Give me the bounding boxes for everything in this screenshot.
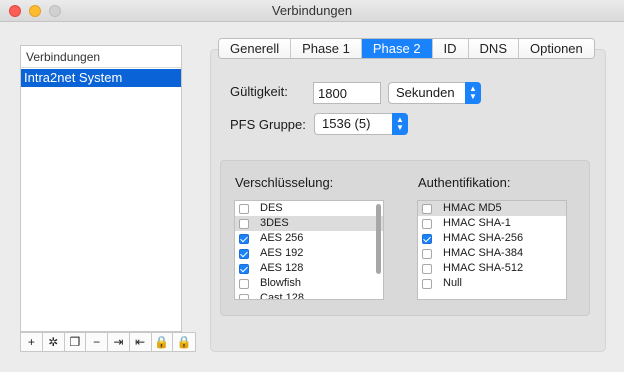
checkbox[interactable] [422, 278, 432, 289]
checkbox[interactable] [239, 293, 249, 299]
tab-phase-2[interactable]: Phase 2 [361, 39, 433, 58]
list-item-label: AES 192 [260, 247, 304, 259]
unlock-icon: 🔒 [176, 335, 192, 349]
list-item-label: HMAC SHA-256 [443, 232, 524, 244]
list-item[interactable]: HMAC SHA-1 [418, 216, 566, 231]
remove-button[interactable]: − [86, 333, 108, 351]
encryption-label: Verschlüsselung: [235, 175, 334, 190]
list-item[interactable]: HMAC SHA-512 [418, 261, 566, 276]
duplicate-button[interactable]: ❐ [64, 333, 87, 351]
authentication-label: Authentifikation: [418, 175, 511, 190]
list-item[interactable]: 3DES [235, 216, 383, 231]
list-item-label: AES 128 [260, 262, 304, 274]
list-item-label: DES [260, 202, 283, 214]
list-item-label: 3DES [260, 217, 289, 229]
tab-dns[interactable]: DNS [468, 39, 519, 58]
duplicate-icon: ❐ [69, 335, 81, 349]
checkbox[interactable] [422, 218, 432, 229]
export-button[interactable]: ⇤ [129, 333, 152, 351]
list-item[interactable]: HMAC MD5 [418, 201, 566, 216]
connection-item-intra2net-system[interactable]: Intra2net System [21, 69, 181, 87]
import-button[interactable]: ⇥ [108, 333, 130, 351]
list-item-label: Null [443, 277, 462, 289]
list-item[interactable]: AES 192 [235, 246, 383, 261]
chevron-updown-icon: ▲ ▼ [392, 113, 408, 135]
add-button[interactable]: + [21, 333, 43, 351]
list-item[interactable]: AES 128 [235, 261, 383, 276]
chevron-updown-icon: ▲ ▼ [465, 82, 481, 104]
encryption-list-scrollbar[interactable] [376, 204, 381, 274]
checkbox[interactable] [239, 248, 249, 259]
lifetime-input[interactable]: 1800 [313, 82, 381, 104]
checkbox[interactable] [422, 248, 432, 259]
tab-id[interactable]: ID [432, 39, 469, 58]
export-icon: ⇤ [135, 335, 146, 349]
lifetime-label: Gültigkeit: [230, 84, 288, 99]
magic-wand-icon: ✲ [48, 335, 59, 349]
pfs-group-label: PFS Gruppe: [230, 117, 306, 132]
list-item-label: Blowfish [260, 277, 301, 289]
tab-phase-1[interactable]: Phase 1 [291, 39, 362, 58]
list-item-label: HMAC SHA-512 [443, 262, 524, 274]
lock-button[interactable]: 🔒 [151, 333, 174, 351]
checkbox[interactable] [422, 203, 432, 214]
list-item-label: HMAC SHA-1 [443, 217, 511, 229]
lock-icon: 🔒 [154, 335, 170, 349]
list-item-label: Cast 128 [260, 292, 305, 300]
lifetime-unit-value: Sekunden [396, 85, 455, 100]
list-item[interactable]: Null [418, 276, 566, 291]
list-item[interactable]: AES 256 [235, 231, 383, 246]
list-item[interactable]: DES [235, 201, 383, 216]
tab-generell[interactable]: Generell [219, 39, 292, 58]
window-title: Verbindungen [271, 3, 353, 18]
connections-toolbar: + ✲ ❐ − ⇥ ⇤ 🔒 🔒 [20, 332, 196, 352]
list-item-label: AES 256 [260, 232, 304, 244]
list-item[interactable]: HMAC SHA-384 [418, 246, 566, 261]
unlock-button[interactable]: 🔒 [173, 333, 195, 351]
lifetime-unit-select[interactable]: Sekunden ▲ ▼ [388, 82, 481, 104]
magic-wand-button[interactable]: ✲ [42, 333, 65, 351]
checkbox[interactable] [239, 233, 249, 244]
connections-list-header: Verbindungen [21, 46, 181, 68]
connections-list: Verbindungen Intra2net System [20, 45, 182, 332]
pfs-group-select[interactable]: 1536 (5) ▲ ▼ [314, 113, 408, 135]
list-item[interactable]: HMAC SHA-256 [418, 231, 566, 246]
checkbox[interactable] [239, 203, 249, 214]
settings-tabs: Generell Phase 1 Phase 2 ID DNS Optionen [218, 38, 595, 59]
list-item-label: HMAC SHA-384 [443, 247, 524, 259]
checkbox[interactable] [239, 218, 249, 229]
checkbox[interactable] [239, 278, 249, 289]
checkbox[interactable] [422, 263, 432, 274]
tab-optionen[interactable]: Optionen [519, 39, 594, 58]
import-icon: ⇥ [113, 335, 124, 349]
list-item-label: HMAC MD5 [443, 202, 502, 214]
add-icon: + [27, 335, 35, 349]
authentication-list: HMAC MD5 HMAC SHA-1 HMAC SHA-256 HMAC SHA-3… [417, 200, 567, 300]
pfs-group-value: 1536 (5) [322, 116, 371, 131]
checkbox[interactable] [422, 233, 432, 244]
remove-icon: − [93, 335, 101, 349]
list-item[interactable]: Cast 128 [235, 291, 383, 300]
title-bar: Verbindungen [0, 0, 624, 22]
encryption-list: DES 3DES AES 256 AES 192 AES 128 Blowfish Cast… [234, 200, 384, 300]
checkbox[interactable] [239, 263, 249, 274]
list-item[interactable]: Blowfish [235, 276, 383, 291]
connections-window: Verbindungen Verbindungen Intra2net Syst… [0, 0, 624, 372]
